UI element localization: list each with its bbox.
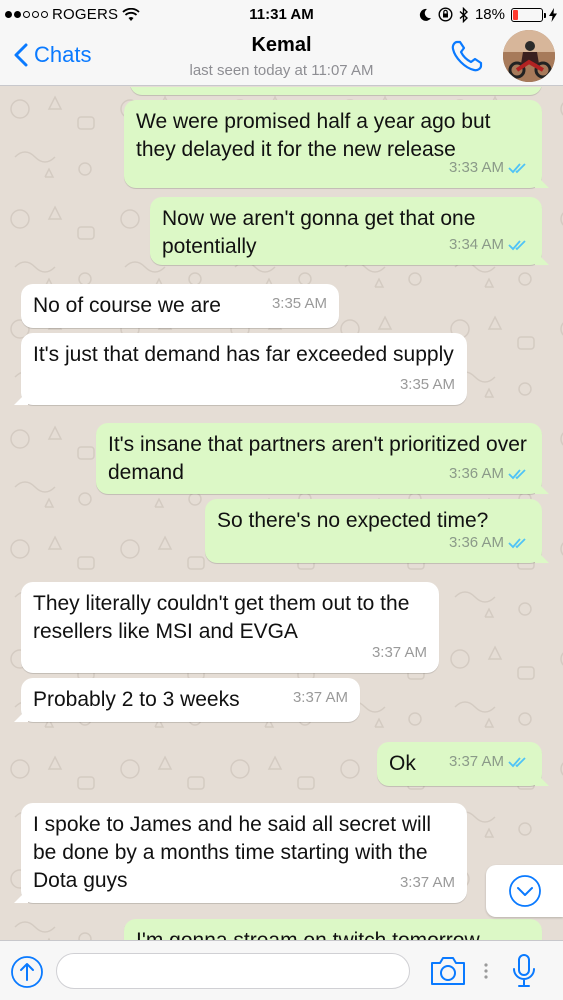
message-time: 3:37 AM <box>371 644 427 661</box>
avatar[interactable] <box>503 30 555 82</box>
camera-icon <box>431 957 465 985</box>
camera-button[interactable] <box>428 953 468 989</box>
chat-screen: ROGERS 11:31 AM 18% Chats Kemal last see… <box>0 0 563 1000</box>
message-bubble-incoming[interactable]: I spoke to James and he said all secret … <box>21 803 467 903</box>
bluetooth-icon <box>459 6 468 23</box>
battery-icon <box>511 7 546 22</box>
battery-level <box>513 9 519 20</box>
attach-button[interactable] <box>10 955 44 989</box>
moon-icon <box>419 8 431 21</box>
separator-dots <box>484 963 488 979</box>
avatar-photo <box>503 30 555 82</box>
message-bubble-outgoing[interactable]: Ok 3:37 AM <box>377 742 542 786</box>
status-right: 18% <box>418 6 557 23</box>
voice-record-button[interactable] <box>510 951 538 991</box>
read-receipt-icon <box>508 538 526 549</box>
message-bubble-partial <box>130 87 542 95</box>
message-time: 3:33 AM <box>448 159 504 176</box>
message-time: 3:37 AM <box>448 753 504 770</box>
read-receipt-icon <box>508 757 526 768</box>
composer-bar <box>0 940 563 1000</box>
read-receipt-icon <box>508 469 526 480</box>
message-bubble-incoming[interactable]: Probably 2 to 3 weeks 3:37 AM <box>21 678 360 722</box>
message-bubble-incoming[interactable]: They literally couldn't get them out to … <box>21 582 439 673</box>
message-bubble-incoming[interactable]: No of course we are 3:35 AM <box>21 284 339 328</box>
status-bar: ROGERS 11:31 AM 18% <box>0 0 563 30</box>
message-bubble-incoming[interactable]: It's just that demand has far exceeded s… <box>21 333 467 405</box>
read-receipt-icon <box>508 240 526 251</box>
phone-icon <box>451 40 483 72</box>
message-text: I spoke to James and he said all secret … <box>33 813 432 892</box>
message-text: They literally couldn't get them out to … <box>33 592 410 643</box>
battery-percent: 18% <box>474 6 505 23</box>
message-bubble-outgoing[interactable]: We were promised half a year ago but the… <box>124 100 542 188</box>
microphone-icon <box>513 954 535 987</box>
call-button[interactable] <box>448 37 486 75</box>
message-bubble-outgoing[interactable]: It's insane that partners aren't priorit… <box>96 423 542 494</box>
message-bubble-outgoing[interactable]: I'm gonna stream on twitch tomorrow <box>124 919 542 940</box>
message-text: I'm gonna stream on twitch tomorrow <box>136 927 530 940</box>
message-text: No of course we are <box>33 294 221 317</box>
chevron-down-circle-icon <box>508 875 541 907</box>
scroll-to-bottom-button[interactable] <box>486 865 563 917</box>
upload-icon <box>11 956 43 988</box>
message-time: 3:34 AM <box>448 236 504 253</box>
message-text: Probably 2 to 3 weeks <box>33 688 240 711</box>
message-bubble-outgoing[interactable]: Now we aren't gonna get that one potenti… <box>150 197 542 265</box>
read-receipt-icon <box>508 163 526 174</box>
message-text: It's just that demand has far exceeded s… <box>33 343 454 366</box>
charging-bolt-icon <box>549 7 557 22</box>
chat-header: Chats Kemal last seen today at 11:07 AM <box>0 30 563 86</box>
orientation-lock-icon <box>438 7 453 22</box>
message-bubble-outgoing[interactable]: So there's no expected time? 3:36 AM <box>205 499 542 563</box>
message-time: 3:35 AM <box>399 376 455 393</box>
message-time: 3:35 AM <box>271 295 327 312</box>
message-time: 3:37 AM <box>292 689 348 706</box>
message-time: 3:36 AM <box>448 465 504 482</box>
message-time: 3:36 AM <box>448 534 504 551</box>
message-input[interactable] <box>56 953 410 989</box>
message-time: 3:37 AM <box>399 874 455 891</box>
message-list[interactable]: We were promised half a year ago but the… <box>0 87 563 940</box>
